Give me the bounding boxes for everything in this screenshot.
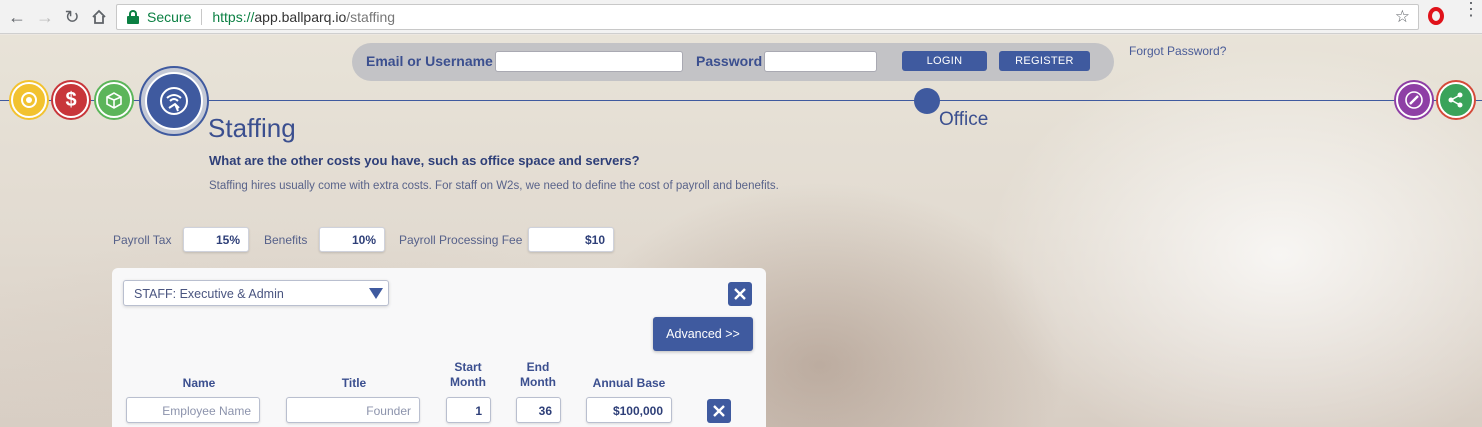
- forgot-password-link[interactable]: Forgot Password?: [1129, 44, 1226, 58]
- pencil-icon[interactable]: [1396, 82, 1432, 118]
- column-header-title: Title: [341, 376, 367, 390]
- share-icon[interactable]: [1438, 82, 1474, 118]
- password-label: Password: [696, 53, 763, 69]
- column-header-end-line1: End: [526, 360, 550, 374]
- omnibox-divider: [201, 9, 203, 25]
- staff-category-value: STAFF: Executive & Admin: [134, 287, 284, 301]
- login-bar: Email or Username Password LOGIN REGISTE…: [352, 43, 1114, 81]
- column-header-start-line1: Start: [454, 360, 482, 374]
- column-header-start-line2: Month: [450, 375, 486, 389]
- column-header-annual-base: Annual Base: [592, 376, 666, 390]
- column-header-start-month: Start Month: [438, 360, 498, 390]
- lock-icon: [127, 10, 139, 24]
- home-icon[interactable]: [88, 6, 110, 28]
- benefits-field[interactable]: 10%: [319, 227, 385, 252]
- staffing-step[interactable]: [139, 66, 209, 136]
- progress-timeline: [0, 100, 1482, 101]
- advanced-button[interactable]: Advanced >>: [653, 317, 753, 351]
- url-text[interactable]: https://app.ballparq.io/staffing: [212, 9, 395, 25]
- employee-title-field[interactable]: Founder: [286, 397, 420, 423]
- back-arrow-icon[interactable]: ←: [6, 6, 28, 28]
- email-field[interactable]: [495, 51, 683, 72]
- processing-fee-label: Payroll Processing Fee: [399, 233, 523, 247]
- payroll-tax-label: Payroll Tax: [113, 233, 172, 247]
- dollar-icon[interactable]: $: [53, 82, 89, 118]
- browser-toolbar: ← → ↻ Secure https://app.ballparq.io/sta…: [0, 0, 1482, 34]
- address-bar[interactable]: Secure https://app.ballparq.io/staffing …: [116, 4, 1419, 30]
- coins-icon[interactable]: [11, 82, 47, 118]
- bookmark-star-icon[interactable]: ☆: [1395, 7, 1410, 27]
- login-button[interactable]: LOGIN: [902, 51, 987, 71]
- employee-name-field[interactable]: Employee Name: [126, 397, 260, 423]
- start-month-field[interactable]: 1: [446, 397, 491, 423]
- email-label: Email or Username: [366, 53, 493, 69]
- forward-arrow-icon[interactable]: →: [34, 6, 56, 28]
- page-question: What are the other costs you have, such …: [209, 153, 640, 168]
- benefits-label: Benefits: [264, 233, 308, 247]
- column-header-name: Name: [182, 376, 216, 390]
- remove-category-button[interactable]: [728, 282, 752, 306]
- annual-base-field[interactable]: $100,000: [586, 397, 672, 423]
- column-header-end-month: End Month: [508, 360, 568, 390]
- end-month-field[interactable]: 36: [516, 397, 561, 423]
- page-title: Staffing: [208, 113, 296, 143]
- column-header-end-line2: Month: [520, 375, 556, 389]
- staff-category-select[interactable]: STAFF: Executive & Admin: [123, 280, 389, 306]
- password-field[interactable]: [764, 51, 877, 72]
- page-content: Email or Username Password LOGIN REGISTE…: [0, 35, 1482, 427]
- processing-fee-field[interactable]: $10: [528, 227, 614, 252]
- page-description: Staffing hires usually come with extra c…: [209, 180, 779, 192]
- dropdown-arrow-icon: [369, 288, 383, 299]
- reload-icon[interactable]: ↻: [61, 6, 83, 28]
- remove-employee-button[interactable]: [707, 399, 731, 423]
- close-icon: [734, 288, 746, 300]
- browser-menu-icon[interactable]: ⋮: [1462, 0, 1480, 18]
- office-step-marker[interactable]: [914, 88, 940, 114]
- office-step-label: Office: [939, 109, 989, 130]
- staffing-icon: [145, 72, 203, 130]
- payroll-tax-field[interactable]: 15%: [183, 227, 249, 252]
- register-button[interactable]: REGISTER: [999, 51, 1090, 71]
- secure-label: Secure: [147, 9, 192, 25]
- box-icon[interactable]: [96, 82, 132, 118]
- opera-extension-icon[interactable]: [1428, 7, 1444, 25]
- close-icon: [713, 405, 725, 417]
